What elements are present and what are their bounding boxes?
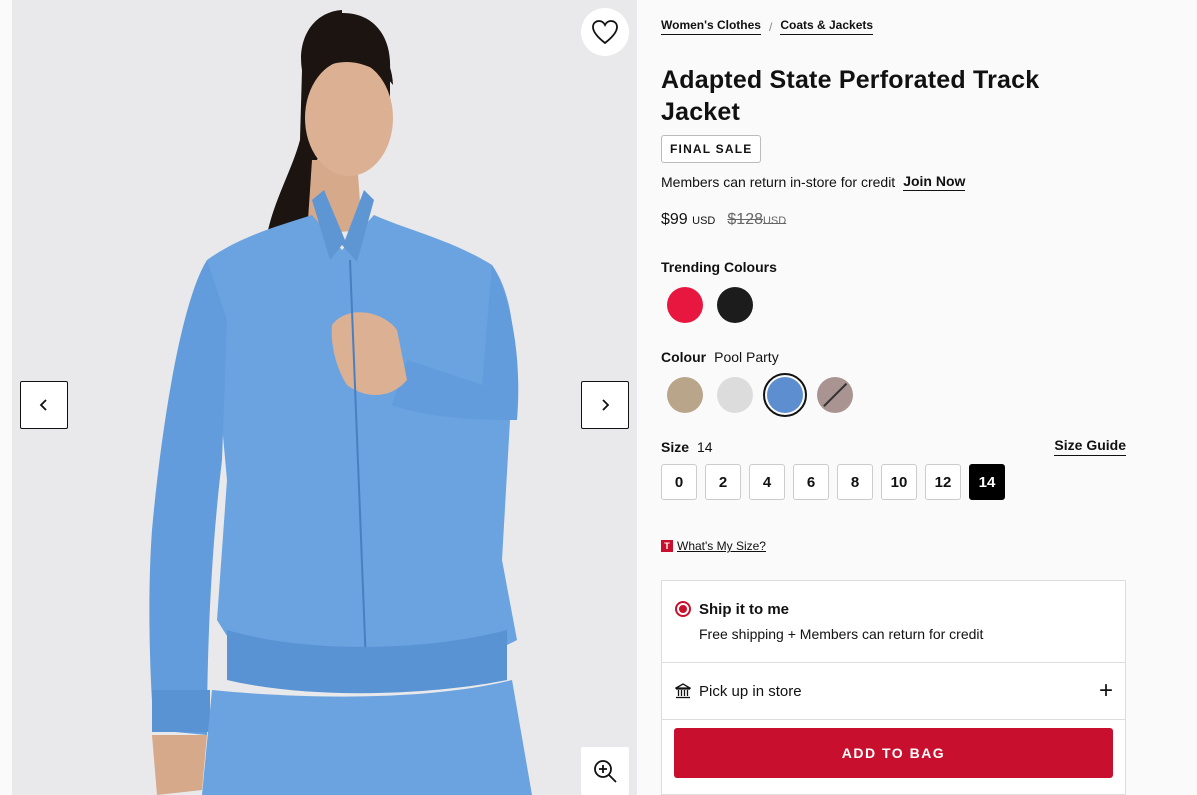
product-gallery <box>12 0 637 795</box>
sale-price: $99 USD <box>661 211 716 228</box>
breadcrumb: Women's Clothes / Coats & Jackets <box>661 18 874 35</box>
next-image-button[interactable] <box>581 381 629 429</box>
whats-my-size: T What's My Size? <box>661 539 766 553</box>
store-icon <box>675 683 691 699</box>
zoom-in-icon <box>594 760 617 783</box>
size-option[interactable]: 8 <box>837 464 873 500</box>
colour-swatch[interactable] <box>763 373 807 417</box>
member-return-text: Members can return in-store for credit <box>661 174 896 190</box>
trending-colour-swatch[interactable] <box>667 287 703 323</box>
add-to-bag-button[interactable]: ADD TO BAG <box>674 728 1113 778</box>
breadcrumb-separator: / <box>768 19 773 34</box>
true-fit-icon: T <box>661 540 673 552</box>
colour-label-row: Colour Pool Party <box>661 349 779 365</box>
size-option[interactable]: 0 <box>661 464 697 500</box>
product-page: Women's Clothes / Coats & Jackets Adapte… <box>0 0 1197 795</box>
product-title: Adapted State Perforated Track Jacket <box>661 66 1040 126</box>
whats-my-size-link[interactable]: What's My Size? <box>677 539 766 553</box>
selected-colour-name: Pool Party <box>714 349 779 365</box>
expand-plus-icon[interactable]: + <box>1099 679 1113 703</box>
size-option[interactable]: 2 <box>705 464 741 500</box>
divider <box>662 719 1125 720</box>
join-now-link[interactable]: Join Now <box>903 173 966 191</box>
ship-radio[interactable] <box>675 601 691 617</box>
colour-swatch[interactable] <box>817 377 853 413</box>
size-option[interactable]: 14 <box>969 464 1005 500</box>
chevron-right-icon <box>602 399 610 411</box>
size-options: 0 2 4 6 8 10 12 14 <box>661 464 1005 500</box>
heart-icon <box>592 20 618 45</box>
price: $99 USD $128USD <box>661 211 786 229</box>
colour-swatches <box>667 373 853 417</box>
size-option[interactable]: 6 <box>793 464 829 500</box>
zoom-button[interactable] <box>581 747 629 795</box>
size-option[interactable]: 12 <box>925 464 961 500</box>
chevron-left-icon <box>39 399 47 411</box>
final-sale-badge: FINAL SALE <box>661 135 762 163</box>
selected-size: 14 <box>697 439 713 455</box>
size-label-row: Size 14 <box>661 439 713 455</box>
member-return-info: Members can return in-store for credit J… <box>661 173 966 191</box>
colour-swatch[interactable] <box>667 377 703 413</box>
ship-subtitle: Free shipping + Members can return for c… <box>699 626 984 642</box>
size-label: Size <box>661 439 690 455</box>
trending-colour-swatch[interactable] <box>717 287 753 323</box>
wishlist-button[interactable] <box>581 8 629 56</box>
product-photo <box>149 10 532 795</box>
trending-colours-label: Trending Colours <box>661 259 777 275</box>
size-option[interactable]: 4 <box>749 464 785 500</box>
pickup-option[interactable]: Pick up in store + <box>675 663 1113 719</box>
product-details: Women's Clothes / Coats & Jackets Adapte… <box>661 0 1131 795</box>
size-option[interactable]: 10 <box>881 464 917 500</box>
colour-label: Colour <box>661 349 707 365</box>
size-guide-link[interactable]: Size Guide <box>1054 437 1126 456</box>
ship-title: Ship it to me <box>699 601 789 618</box>
original-price: $128USD <box>727 211 787 228</box>
trending-swatches <box>667 287 753 323</box>
colour-swatch[interactable] <box>717 377 753 413</box>
breadcrumb-coats-jackets[interactable]: Coats & Jackets <box>780 18 874 35</box>
breadcrumb-womens-clothes[interactable]: Women's Clothes <box>661 18 761 35</box>
previous-image-button[interactable] <box>20 381 68 429</box>
fulfillment-options: Ship it to me Free shipping + Members ca… <box>661 580 1126 795</box>
pickup-label: Pick up in store <box>699 682 802 700</box>
